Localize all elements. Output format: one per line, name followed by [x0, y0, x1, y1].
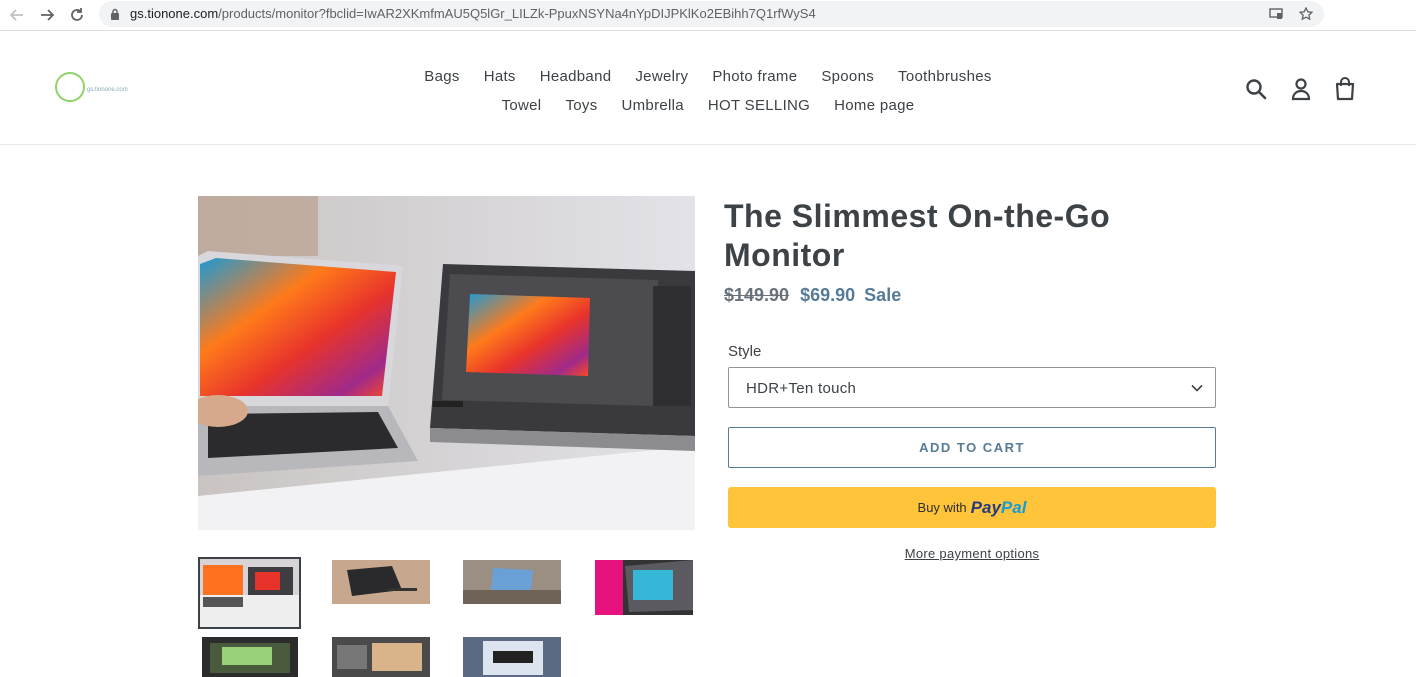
address-bar[interactable]: gs.tionone.com/products/monitor?fbclid=I…	[99, 1, 1324, 27]
account-icon[interactable]	[1288, 76, 1314, 102]
nav-link-hats[interactable]: Hats	[472, 68, 528, 85]
search-icon[interactable]	[1243, 76, 1269, 102]
logo-circle	[55, 72, 85, 102]
thumbnail-2[interactable]	[332, 560, 430, 604]
nav-row-2: Towel Toys Umbrella HOT SELLING Home pag…	[380, 91, 1036, 120]
nav-link-toys[interactable]: Toys	[553, 97, 609, 114]
thumbnail-1[interactable]	[198, 557, 301, 629]
sale-price: $69.90	[800, 285, 856, 305]
product-title: The Slimmest On-the-Go Monitor	[724, 198, 1111, 273]
bookmark-star-icon[interactable]	[1297, 5, 1315, 23]
cart-icon[interactable]	[1332, 76, 1358, 102]
browser-toolbar: gs.tionone.com/products/monitor?fbclid=I…	[0, 0, 1416, 31]
nav-link-toothbrushes[interactable]: Toothbrushes	[886, 68, 1004, 85]
nav-link-bags[interactable]: Bags	[412, 68, 471, 85]
nav-link-towel[interactable]: Towel	[490, 97, 554, 114]
logo-text: gs.tionone.com	[87, 87, 128, 93]
more-payment-options-link[interactable]: More payment options	[728, 546, 1216, 561]
add-to-cart-button[interactable]: ADD TO CART	[728, 427, 1216, 468]
nav-link-photo-frame[interactable]: Photo frame	[700, 68, 809, 85]
thumbnail-7[interactable]	[463, 637, 561, 677]
nav-row-1: Bags Hats Headband Jewelry Photo frame S…	[380, 62, 1036, 91]
nav-link-jewelry[interactable]: Jewelry	[623, 68, 700, 85]
nav-link-hot-selling[interactable]: HOT SELLING	[696, 97, 822, 114]
thumbnail-4[interactable]	[595, 560, 693, 615]
add-to-cart-label: ADD TO CART	[919, 440, 1025, 455]
thumbnail-5[interactable]	[202, 637, 298, 677]
style-select[interactable]: HDR+Ten touch	[728, 367, 1216, 408]
nav-link-headband[interactable]: Headband	[528, 68, 624, 85]
sale-badge: Sale	[864, 285, 902, 305]
reload-icon[interactable]	[65, 3, 89, 27]
url-host: gs.tionone.com	[130, 6, 219, 21]
back-icon[interactable]	[5, 3, 29, 27]
regular-price: $149.90	[724, 285, 790, 305]
product-main-image[interactable]	[198, 196, 695, 530]
paypal-button[interactable]: Buy with Pay Pal	[728, 487, 1216, 528]
paypal-logo-pal: Pal	[1000, 497, 1027, 517]
site-header: gs.tionone.com Bags Hats Headband Jewelr…	[0, 32, 1416, 145]
forward-icon[interactable]	[35, 3, 59, 27]
nav-link-umbrella[interactable]: Umbrella	[610, 97, 696, 114]
url-text: gs.tionone.com/products/monitor?fbclid=I…	[130, 6, 816, 21]
main-navigation: Bags Hats Headband Jewelry Photo frame S…	[380, 62, 1036, 120]
chevron-down-icon	[1191, 384, 1203, 392]
thumbnail-6[interactable]	[332, 637, 430, 677]
lock-icon	[111, 8, 119, 20]
paypal-prefix: Buy with	[917, 500, 967, 515]
style-label: Style	[728, 343, 762, 360]
url-path: /products/monitor?fbclid=IwAR2XKmfmAU5Q5…	[218, 6, 816, 21]
style-selected-value: HDR+Ten touch	[746, 380, 857, 397]
paypal-logo-pay: Pay	[970, 497, 1001, 517]
logo[interactable]: gs.tionone.com	[55, 72, 145, 104]
thumbnail-3[interactable]	[463, 560, 561, 604]
cast-icon[interactable]	[1267, 5, 1285, 23]
nav-link-spoons[interactable]: Spoons	[809, 68, 886, 85]
price-row: $149.90 $69.90 Sale	[724, 285, 901, 306]
nav-link-home-page[interactable]: Home page	[822, 97, 926, 114]
